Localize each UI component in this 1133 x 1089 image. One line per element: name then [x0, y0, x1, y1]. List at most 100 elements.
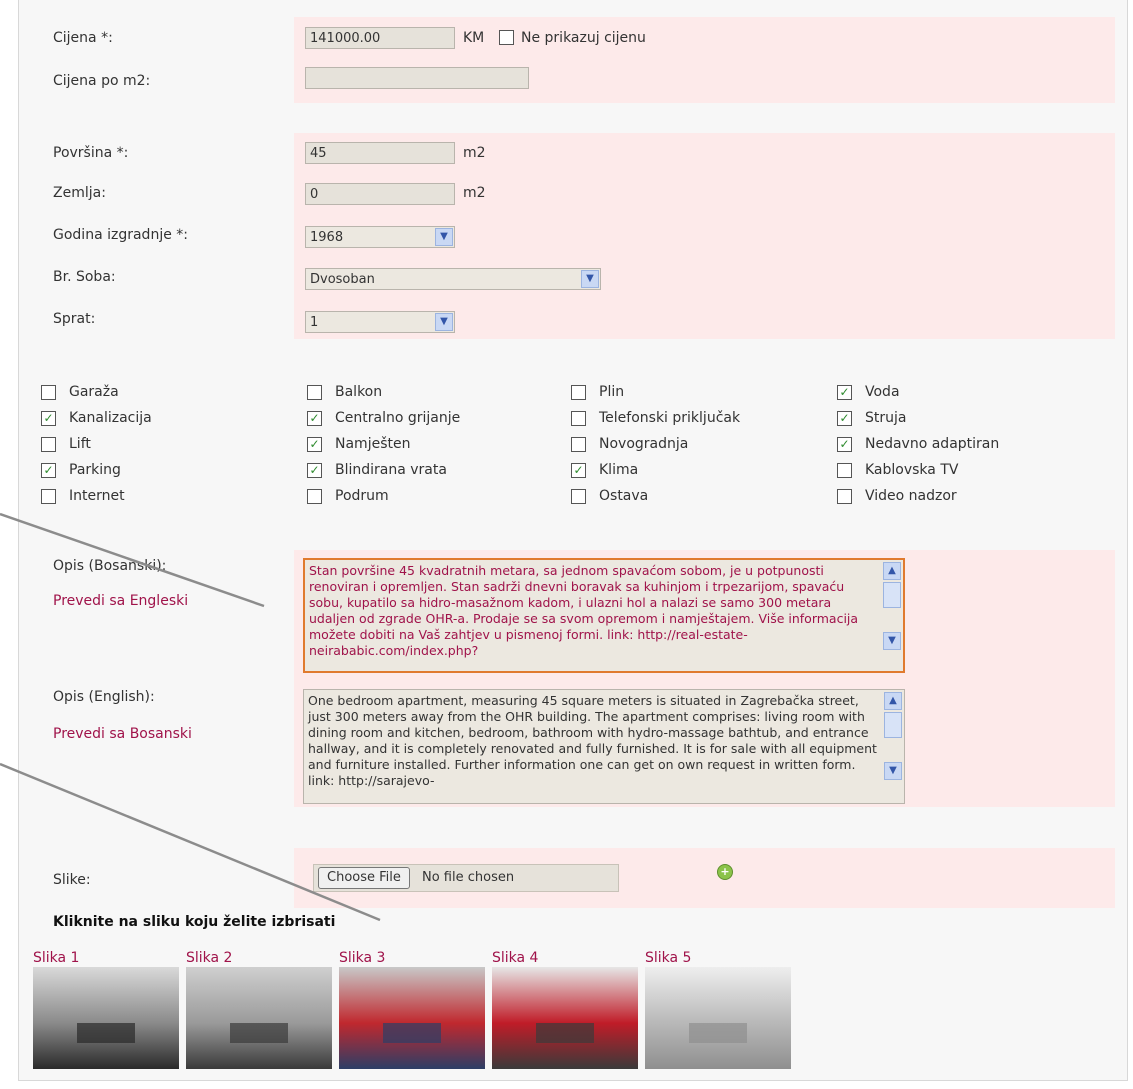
scrollbar[interactable]: ▲ ▼	[884, 692, 902, 801]
translate-from-english-link[interactable]: Prevedi sa Engleski	[53, 593, 188, 609]
feature-checkbox[interactable]: ✓	[41, 411, 56, 426]
feature-label: Garaža	[69, 384, 119, 400]
scroll-up-icon[interactable]: ▲	[884, 692, 902, 710]
floor-select-value: 1	[310, 315, 319, 330]
feature-label: Video nadzor	[865, 488, 957, 504]
scroll-down-icon[interactable]: ▼	[884, 762, 902, 780]
hide-price-label: Ne prikazuj cijenu	[521, 30, 646, 46]
scrollbar[interactable]: ▲ ▼	[883, 562, 901, 669]
feature-checkbox[interactable]: ✓	[837, 437, 852, 452]
feature-checkbox[interactable]	[41, 437, 56, 452]
chevron-down-icon[interactable]: ▼	[435, 228, 453, 246]
floor-label: Sprat:	[53, 311, 96, 327]
image-label[interactable]: Slika 3	[339, 950, 385, 966]
apartment-photo[interactable]	[492, 967, 638, 1069]
feature-label: Kanalizacija	[69, 410, 152, 426]
rooms-select[interactable]: Dvosoban ▼	[305, 268, 601, 290]
feature-checkbox[interactable]: ✓	[307, 463, 322, 478]
desc-bs-text: Stan površine 45 kvadratnih metara, sa j…	[309, 563, 859, 658]
year-label: Godina izgradnje *:	[53, 227, 188, 243]
scroll-thumb[interactable]	[883, 582, 901, 608]
chevron-down-icon[interactable]: ▼	[435, 313, 453, 331]
desc-en-text: One bedroom apartment, measuring 45 squa…	[308, 693, 877, 788]
feature-label: Novogradnja	[599, 436, 689, 452]
desc-bs-textarea[interactable]: Stan površine 45 kvadratnih metara, sa j…	[303, 558, 905, 673]
feature-label: Centralno grijanje	[335, 410, 461, 426]
feature-checkbox[interactable]	[571, 437, 586, 452]
feature-checkbox[interactable]: ✓	[307, 437, 322, 452]
scroll-down-icon[interactable]: ▼	[883, 632, 901, 650]
feature-checkbox[interactable]: ✓	[837, 385, 852, 400]
price-row: Cijena *: KM Ne prikazuj cijenu	[39, 17, 1115, 61]
feature-label: Podrum	[335, 488, 389, 504]
desc-en-label: Opis (English):	[53, 689, 155, 705]
feature-checkbox[interactable]	[307, 385, 322, 400]
floor-row: Sprat: 1 ▼	[39, 297, 1115, 339]
price-unit: KM	[463, 30, 485, 46]
scroll-thumb[interactable]	[884, 712, 902, 738]
desc-en-textarea[interactable]: One bedroom apartment, measuring 45 squa…	[303, 689, 905, 804]
land-unit: m2	[463, 185, 486, 201]
floor-select[interactable]: 1 ▼	[305, 311, 455, 333]
feature-label: Blindirana vrata	[335, 462, 447, 478]
apartment-photo[interactable]	[33, 967, 179, 1069]
feature-checkbox[interactable]	[307, 489, 322, 504]
feature-label: Klima	[599, 462, 639, 478]
feature-checkbox[interactable]	[41, 385, 56, 400]
price-m2-input[interactable]	[305, 67, 529, 89]
feature-label: Nedavno adaptiran	[865, 436, 1000, 452]
image-label[interactable]: Slika 2	[186, 950, 232, 966]
feature-checkbox[interactable]	[41, 489, 56, 504]
apartment-photo[interactable]	[339, 967, 485, 1069]
feature-checkbox[interactable]	[837, 463, 852, 478]
desc-en-row: Opis (English): Prevedi sa Bosanski One …	[39, 677, 1115, 807]
area-unit: m2	[463, 145, 486, 161]
land-row: Zemlja: m2	[39, 173, 1115, 213]
year-select[interactable]: 1968 ▼	[305, 226, 455, 248]
hide-price-checkbox[interactable]	[499, 30, 514, 45]
delete-hint: Kliknite na sliku koju želite izbrisati	[53, 914, 336, 930]
feature-label: Ostava	[599, 488, 649, 504]
land-label: Zemlja:	[53, 185, 106, 201]
feature-checkbox[interactable]	[571, 411, 586, 426]
feature-checkbox[interactable]: ✓	[41, 463, 56, 478]
apartment-photo[interactable]	[645, 967, 791, 1069]
feature-checkbox[interactable]: ✓	[307, 411, 322, 426]
land-input[interactable]	[305, 183, 455, 205]
area-label: Površina *:	[53, 145, 129, 161]
photo-detail	[76, 1023, 136, 1044]
area-row: Površina *: m2	[39, 133, 1115, 173]
choose-file-button[interactable]: Choose File	[318, 867, 410, 889]
feature-label: Struja	[865, 410, 907, 426]
feature-label: Kablovska TV	[865, 462, 959, 478]
desc-bs-label: Opis (Bosanski):	[53, 558, 167, 574]
rooms-row: Br. Soba: Dvosoban ▼	[39, 255, 1115, 297]
chevron-down-icon[interactable]: ▼	[581, 270, 599, 288]
image-label[interactable]: Slika 1	[33, 950, 79, 966]
listing-form: Cijena *: KM Ne prikazuj cijenu Cijena p…	[18, 0, 1128, 1081]
photo-detail	[688, 1023, 748, 1044]
feature-checkbox[interactable]	[571, 489, 586, 504]
price-label: Cijena *:	[53, 30, 113, 46]
image-label[interactable]: Slika 4	[492, 950, 538, 966]
feature-checkbox[interactable]: ✓	[837, 411, 852, 426]
add-image-icon[interactable]: +	[717, 864, 733, 880]
year-row: Godina izgradnje *: 1968 ▼	[39, 213, 1115, 255]
feature-label: Voda	[865, 384, 900, 400]
file-input[interactable]: Choose File No file chosen	[313, 864, 619, 892]
feature-checkbox[interactable]	[571, 385, 586, 400]
feature-label: Lift	[69, 436, 91, 452]
feature-label: Internet	[69, 488, 125, 504]
image-label[interactable]: Slika 5	[645, 950, 691, 966]
rooms-label: Br. Soba:	[53, 269, 116, 285]
translate-from-bosnian-link[interactable]: Prevedi sa Bosanski	[53, 726, 192, 742]
feature-checkbox[interactable]	[837, 489, 852, 504]
rooms-select-value: Dvosoban	[310, 272, 375, 287]
feature-checkbox[interactable]: ✓	[571, 463, 586, 478]
photo-detail	[382, 1023, 442, 1044]
feature-label: Parking	[69, 462, 121, 478]
apartment-photo[interactable]	[186, 967, 332, 1069]
price-input[interactable]	[305, 27, 455, 49]
scroll-up-icon[interactable]: ▲	[883, 562, 901, 580]
area-input[interactable]	[305, 142, 455, 164]
